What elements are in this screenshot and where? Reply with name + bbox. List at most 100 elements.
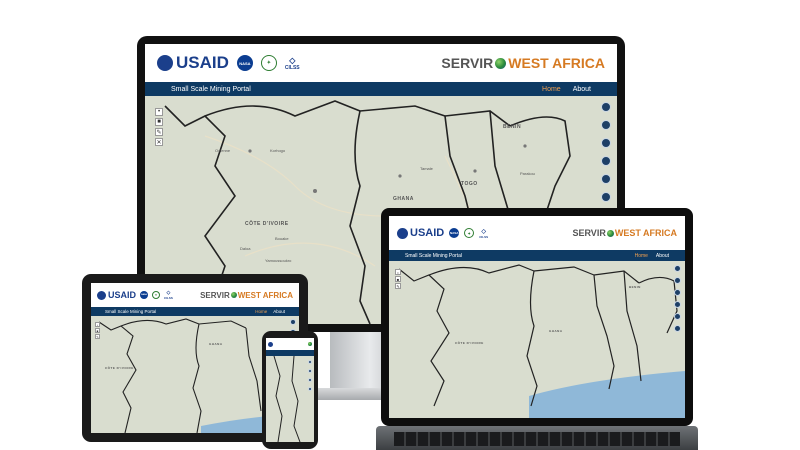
city-label-odienne: Odienne	[215, 148, 231, 153]
map-label-cote-divoire: CÔTE D'IVOIRE	[455, 341, 484, 345]
layers-button-icon[interactable]	[308, 360, 312, 364]
desktop-header: USAID NASA ✦ ◇ CILSS SERVIR WEST AFRICA	[145, 44, 617, 82]
nav-about-link[interactable]: About	[656, 253, 669, 259]
usaid-wordmark: USAID	[176, 53, 229, 72]
layers-button-icon[interactable]	[290, 319, 296, 325]
phone-map[interactable]	[266, 356, 314, 442]
basemap-button-icon[interactable]	[308, 387, 312, 391]
cilss-text: CILSS	[479, 234, 489, 239]
laptop-navbar: Small Scale Mining Portal Home About	[389, 250, 685, 261]
servir-west-africa-logo: SERVIR WEST AFRICA	[200, 291, 293, 300]
map-label-cote-divoire: CÔTE D'IVOIRE	[105, 366, 134, 370]
draw-square-tool-icon[interactable]: ■	[155, 118, 163, 126]
map-label-togo: TOGO	[461, 181, 478, 187]
edit-tool-icon[interactable]: ✎	[95, 334, 100, 339]
usaid-seal-icon	[157, 55, 173, 71]
cilss-logo: ◇ CILSS	[164, 290, 173, 300]
globe-icon	[230, 292, 237, 298]
cilss-logo: ◇ CILSS	[479, 228, 488, 239]
edit-tool-icon[interactable]: ✎	[155, 128, 163, 136]
laptop-keyboard-keys	[394, 432, 680, 446]
usaid-wordmark: USAID	[410, 227, 445, 239]
zoom-out-button-icon[interactable]	[601, 138, 611, 148]
portal-title: Small Scale Mining Portal	[171, 85, 251, 93]
draw-point-tool-icon[interactable]: •	[95, 322, 100, 327]
map-label-ghana: GHANA	[393, 196, 414, 202]
partner-seal-icon: ✦	[260, 55, 277, 71]
nav-home-link[interactable]: Home	[635, 253, 648, 259]
west-africa-wordmark: WEST AFRICA	[614, 228, 677, 238]
draw-point-tool-icon[interactable]: •	[155, 108, 163, 116]
portal-title: Small Scale Mining Portal	[105, 309, 157, 314]
phone-map-svg	[266, 356, 314, 442]
nav-about-link[interactable]: About	[273, 309, 285, 314]
layers-button-icon[interactable]	[674, 265, 681, 272]
usaid-logo: USAID	[397, 227, 444, 239]
draw-square-tool-icon[interactable]: ■	[95, 328, 100, 333]
usaid-logo: USAID	[157, 53, 229, 73]
edit-tool-icon[interactable]: ✎	[395, 283, 401, 289]
legend-button-icon[interactable]	[601, 174, 611, 184]
draw-square-tool-icon[interactable]: ■	[395, 276, 401, 282]
layers-button-icon[interactable]	[601, 102, 611, 112]
basemap-button-icon[interactable]	[674, 301, 681, 308]
zoom-in-button-icon[interactable]	[674, 277, 681, 284]
portal-title: Small Scale Mining Portal	[405, 252, 462, 259]
usaid-seal-icon	[268, 341, 273, 347]
west-africa-wordmark: WEST AFRICA	[237, 290, 293, 300]
map-label-ghana: GHANA	[209, 342, 223, 346]
delete-tool-icon[interactable]: ✕	[155, 138, 163, 146]
tablet-header: USAID NASA ✦ ◇ CILSS SERVIR WEST AFRICA	[91, 283, 299, 307]
city-label-parakou: Parakou	[520, 171, 535, 176]
basemap-button-icon[interactable]	[601, 156, 611, 166]
usaid-logo: USAID	[97, 290, 136, 300]
desktop-navbar: Small Scale Mining Portal Home About	[145, 82, 617, 96]
city-label-korhogo: Korhogo	[270, 148, 286, 153]
city-label-yamoussoukro: Yamoussoukro	[265, 258, 292, 263]
map-label-benin: BENIN	[503, 124, 522, 130]
nav-home-link[interactable]: Home	[542, 86, 561, 93]
nav-about-link[interactable]: About	[573, 86, 591, 93]
usaid-seal-icon	[397, 227, 408, 239]
desktop-map-toolbar: • ■ ✎ ✕	[155, 108, 163, 146]
zoom-out-button-icon[interactable]	[674, 289, 681, 296]
cilss-emblem-icon: ◇	[481, 228, 486, 235]
nav-home-link[interactable]: Home	[255, 309, 267, 314]
map-label-benin: BENIN	[629, 285, 641, 289]
nasa-logo-icon: NASA	[449, 228, 460, 238]
laptop-header: USAID NASA ✦ ◇ CILSS SERVIR WEST AFRICA	[389, 216, 685, 250]
map-label-cote-divoire: CÔTE D'IVOIRE	[245, 221, 289, 227]
zoom-in-button-icon[interactable]	[308, 369, 312, 373]
city-label-tamale: Tamale	[420, 166, 433, 171]
zoom-out-button-icon[interactable]	[308, 378, 312, 382]
nasa-logo-text: NASA	[239, 60, 251, 66]
cilss-emblem-icon: ◇	[289, 55, 296, 65]
servir-wordmark: SERVIR	[441, 55, 494, 71]
tablet-navbar: Small Scale Mining Portal Home About	[91, 307, 299, 316]
city-label-daloa: Daloa	[240, 246, 251, 251]
map-label-ghana: GHANA	[549, 329, 563, 333]
partner-seal-icon: ✦	[464, 228, 475, 238]
city-label-bouake: Bouake	[275, 236, 289, 241]
laptop: USAID NASA ✦ ◇ CILSS SERVIR WEST AFRICA …	[381, 208, 693, 426]
laptop-screen: USAID NASA ✦ ◇ CILSS SERVIR WEST AFRICA …	[389, 216, 685, 418]
globe-icon	[495, 57, 507, 69]
laptop-map[interactable]: • ■ ✎ CÔTE D'IVOIRE GHANA BENIN	[389, 261, 685, 418]
globe-icon	[308, 342, 312, 346]
tablet-map-toolbar: • ■ ✎	[95, 322, 100, 339]
desktop-map-controls	[601, 102, 611, 202]
nasa-logo-text: NASA	[449, 231, 459, 235]
west-africa-wordmark: WEST AFRICA	[508, 55, 605, 71]
phone	[262, 331, 318, 449]
laptop-keyboard-base	[376, 426, 698, 450]
info-button-icon[interactable]	[674, 325, 681, 332]
usaid-wordmark: USAID	[108, 290, 137, 300]
zoom-in-button-icon[interactable]	[601, 120, 611, 130]
phone-header	[266, 338, 314, 350]
cilss-text: CILSS	[284, 64, 300, 71]
laptop-map-controls	[674, 265, 681, 332]
draw-point-tool-icon[interactable]: •	[395, 269, 401, 275]
info-button-icon[interactable]	[601, 192, 611, 202]
legend-button-icon[interactable]	[674, 313, 681, 320]
globe-icon	[606, 229, 614, 237]
